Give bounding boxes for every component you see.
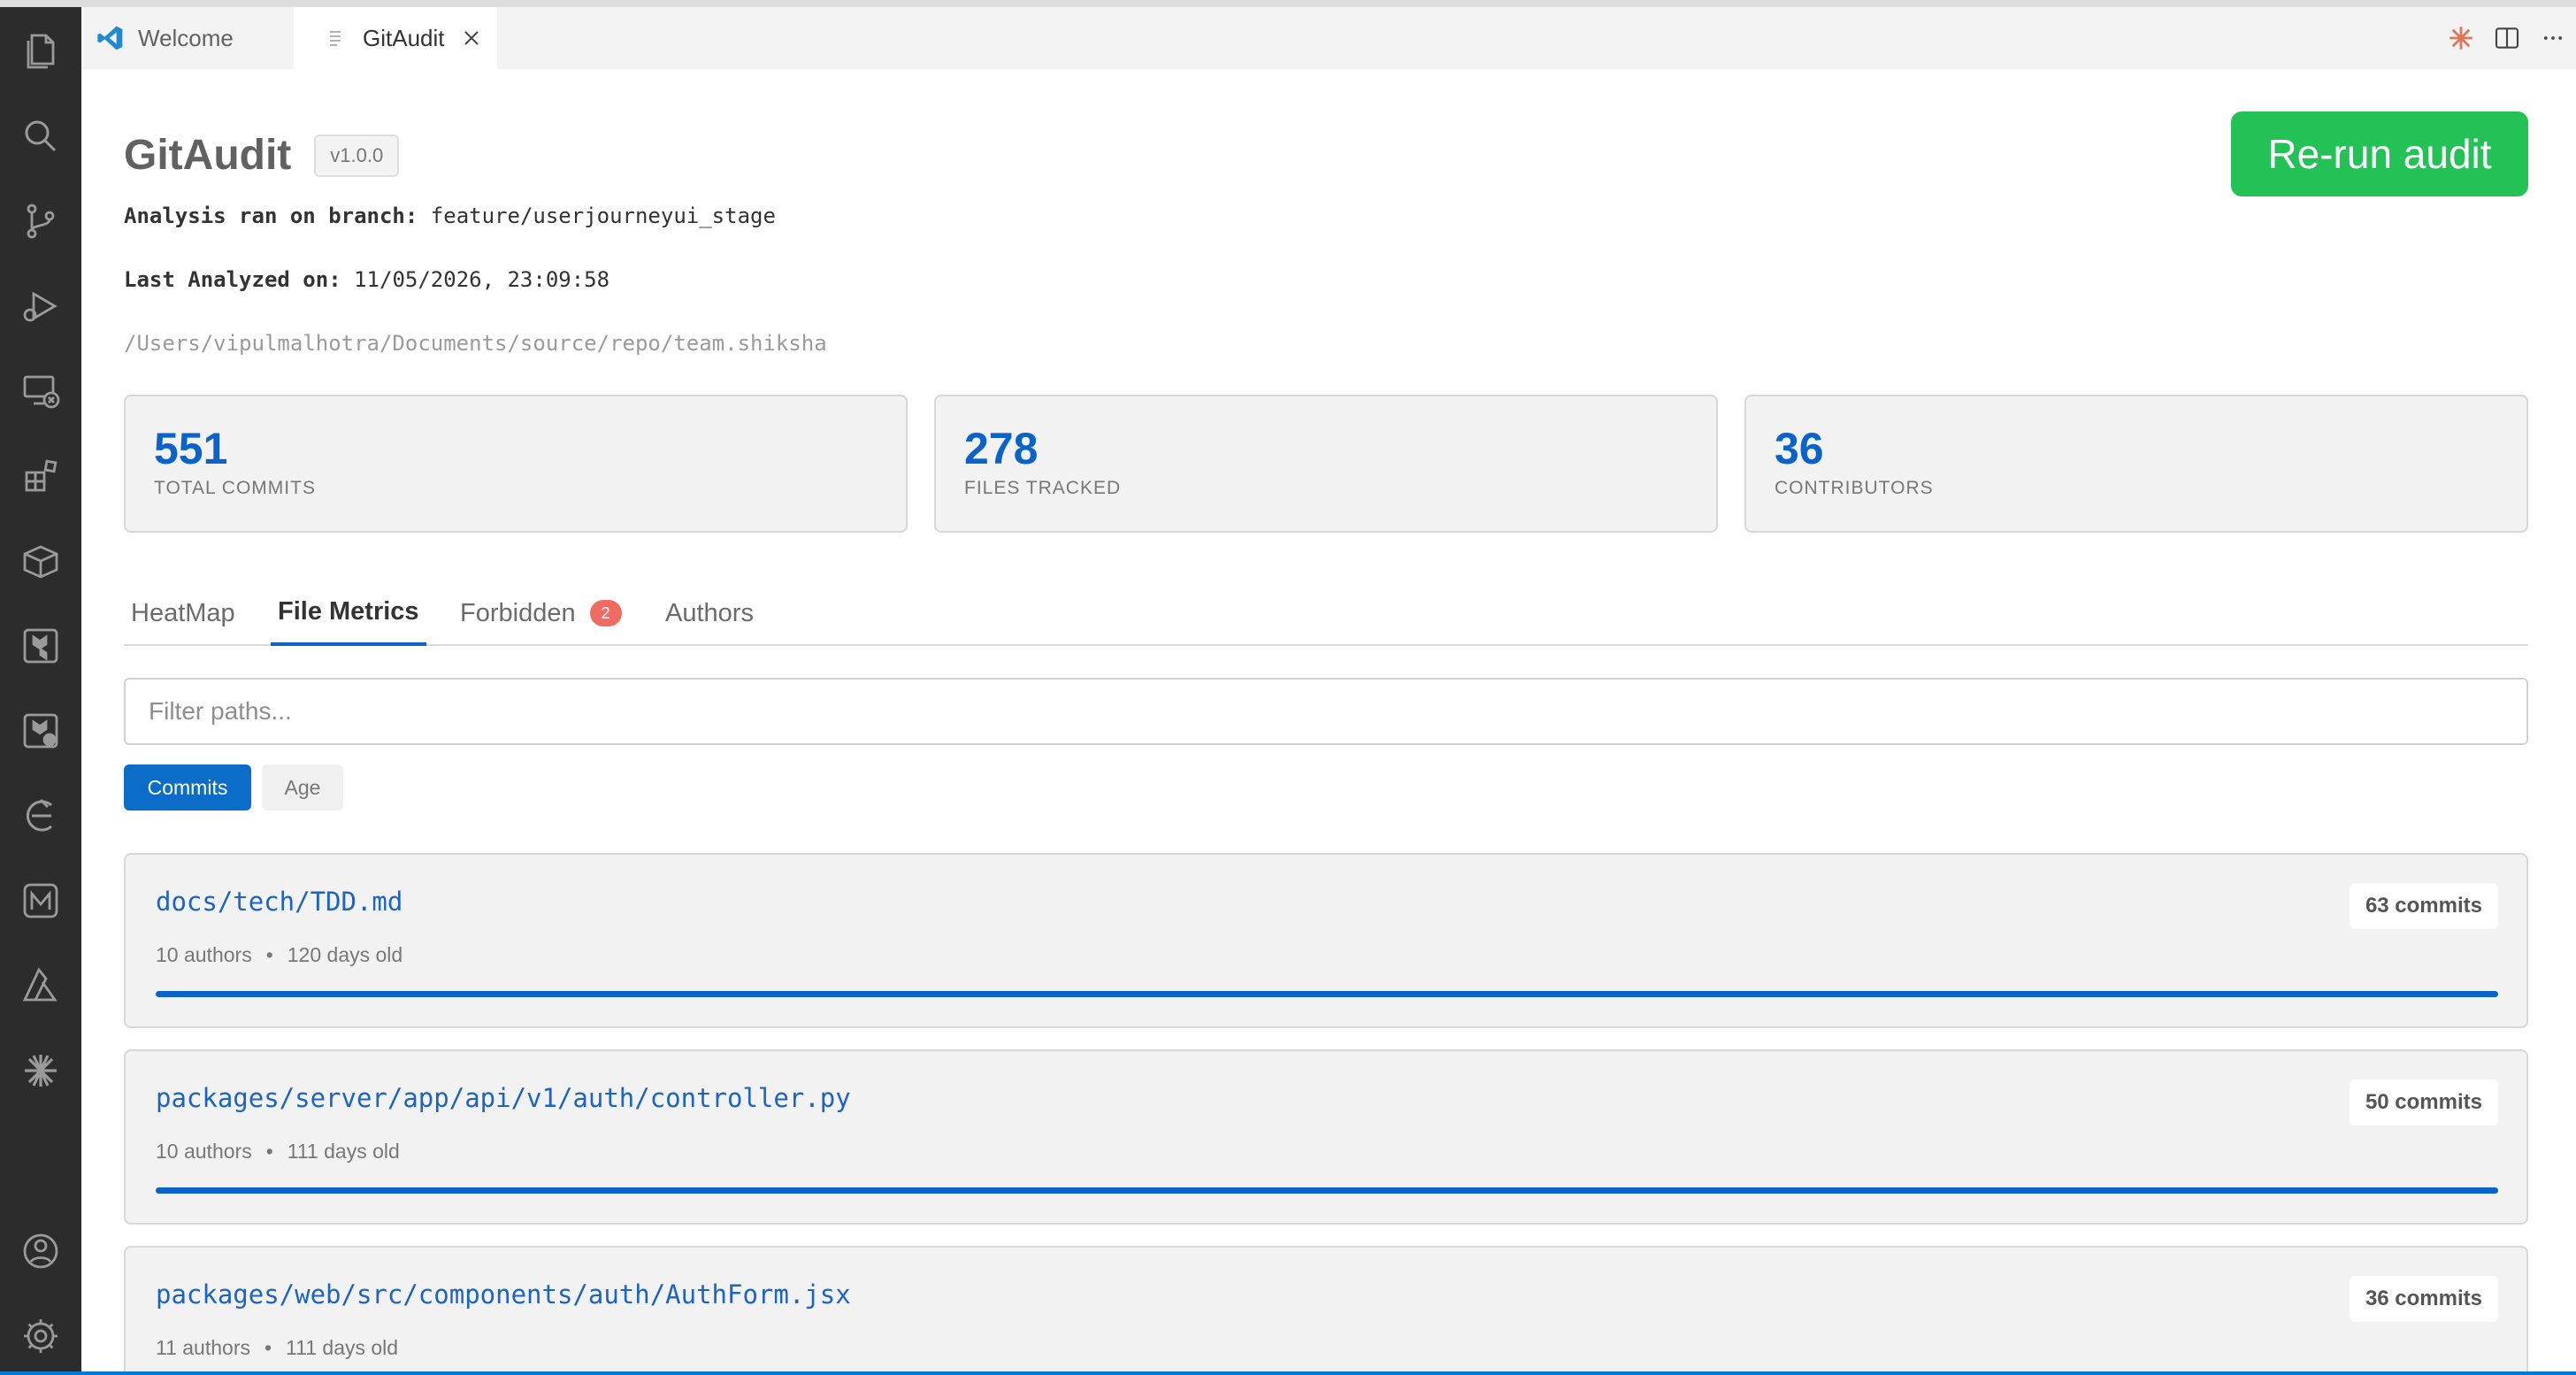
sort-commits-button[interactable]: Commits [124, 764, 251, 810]
tab-welcome-label: Welcome [138, 24, 234, 51]
tab-welcome[interactable]: Welcome [81, 7, 294, 69]
file-card[interactable]: docs/tech/TDD.md 10 authors • 120 days old… [124, 853, 2528, 1028]
file-path-link[interactable]: packages/web/src/components/auth/AuthFor… [156, 1279, 851, 1310]
file-path-link[interactable]: docs/tech/TDD.md [156, 887, 402, 917]
branch-label: Analysis ran on branch: [124, 204, 418, 228]
repo-path: /Users/vipulmalhotra/Documents/source/re… [124, 331, 827, 356]
commit-share-bar [156, 1187, 2498, 1194]
last-analyzed-label: Last Analyzed on: [124, 267, 341, 292]
file-meta: 10 authors • 111 days old [156, 1140, 400, 1164]
source-control-icon[interactable] [14, 195, 67, 248]
search-icon[interactable] [14, 110, 67, 163]
document-icon [320, 23, 350, 53]
branch-info: Analysis ran on branch: feature/userjour… [124, 204, 776, 228]
editor-tab-bar: Welcome GitAudit [81, 7, 2576, 69]
settings-icon[interactable] [14, 1310, 67, 1363]
stat-value: 551 [154, 424, 228, 473]
azure-icon[interactable] [14, 959, 67, 1012]
remote-explorer-icon[interactable] [14, 365, 67, 418]
monitor-icon[interactable] [14, 874, 67, 927]
status-edge [0, 1371, 2576, 1375]
tab-heatmap[interactable]: HeatMap [131, 580, 235, 646]
file-meta: 10 authors • 120 days old [156, 943, 402, 967]
title-row: GitAudit v1.0.0 [124, 131, 400, 180]
claude-icon[interactable] [14, 1044, 67, 1097]
window-top-edge [0, 0, 2576, 7]
forbidden-count-badge: 2 [589, 600, 622, 626]
activity-bar [0, 7, 81, 1375]
stat-label: TOTAL COMMITS [154, 478, 316, 498]
filter-paths-input[interactable] [124, 678, 2528, 745]
file-meta: 11 authors • 111 days old [156, 1336, 398, 1360]
page-title: GitAudit [124, 132, 292, 179]
stat-value: 36 [1775, 424, 1824, 473]
package-icon[interactable] [14, 534, 67, 588]
stat-value: 278 [964, 424, 1039, 473]
tab-file-metrics-label: File Metrics [278, 596, 419, 626]
tab-heatmap-label: HeatMap [131, 598, 235, 627]
claude-icon[interactable] [2438, 15, 2484, 61]
sort-age-button[interactable]: Age [262, 764, 343, 810]
commit-count-badge: 36 commits [2349, 1276, 2498, 1322]
last-analyzed-value: 11/05/2026, 23:09:58 [354, 267, 610, 292]
stat-label: CONTRIBUTORS [1775, 478, 1934, 498]
tab-authors[interactable]: Authors [665, 580, 754, 646]
terraform-icon[interactable] [14, 619, 67, 672]
stat-card-commits: 551 TOTAL COMMITS [124, 395, 908, 533]
branch-value: feature/userjourneyui_stage [430, 204, 776, 228]
run-debug-icon[interactable] [14, 280, 67, 333]
last-analyzed-info: Last Analyzed on: 11/05/2026, 23:09:58 [124, 267, 610, 292]
file-path-link[interactable]: packages/server/app/api/v1/auth/controll… [156, 1083, 851, 1113]
file-age: 111 days old [287, 1140, 400, 1163]
tab-forbidden[interactable]: Forbidden 2 [460, 580, 622, 646]
stats-row: 551 TOTAL COMMITS 278 FILES TRACKED 36 C… [124, 395, 2528, 533]
file-authors: 10 authors [156, 1140, 252, 1163]
extensions-icon[interactable] [14, 449, 67, 503]
deploy-icon[interactable] [14, 789, 67, 842]
commit-count-badge: 63 commits [2349, 883, 2498, 929]
tab-authors-label: Authors [665, 598, 754, 627]
separator-dot: • [265, 943, 273, 966]
split-editor-icon[interactable] [2484, 15, 2530, 61]
vscode-icon [96, 23, 126, 53]
tab-forbidden-label: Forbidden [460, 598, 576, 627]
separator-dot: • [265, 1140, 273, 1163]
file-card[interactable]: packages/web/src/components/auth/AuthFor… [124, 1246, 2528, 1375]
file-card[interactable]: packages/server/app/api/v1/auth/controll… [124, 1049, 2528, 1225]
terraform-cloud-icon[interactable] [14, 704, 67, 757]
file-authors: 11 authors [156, 1336, 250, 1359]
tab-file-metrics[interactable]: File Metrics [271, 580, 426, 646]
stat-card-files: 278 FILES TRACKED [934, 395, 1718, 533]
file-age: 111 days old [286, 1336, 399, 1359]
close-icon[interactable] [458, 25, 485, 51]
stat-card-contributors: 36 CONTRIBUTORS [1744, 395, 2528, 533]
files-icon[interactable] [14, 25, 67, 78]
feature-tabs: HeatMap File Metrics Forbidden 2 Authors [124, 580, 2528, 646]
account-icon[interactable] [14, 1225, 67, 1278]
editor-actions [2438, 7, 2576, 69]
file-authors: 10 authors [156, 943, 252, 966]
rerun-audit-button[interactable]: Re-run audit [2231, 111, 2528, 196]
more-actions-icon[interactable] [2530, 15, 2576, 61]
commit-share-fill [156, 1187, 2498, 1194]
tab-gitaudit[interactable]: GitAudit [294, 7, 497, 69]
commit-share-fill [156, 991, 2498, 997]
separator-dot: • [264, 1336, 272, 1359]
version-badge: v1.0.0 [314, 134, 400, 177]
commit-count-badge: 50 commits [2349, 1079, 2498, 1125]
stat-label: FILES TRACKED [964, 478, 1122, 498]
commit-share-bar [156, 991, 2498, 997]
tab-gitaudit-label: GitAudit [363, 24, 445, 51]
file-age: 120 days old [287, 943, 403, 966]
